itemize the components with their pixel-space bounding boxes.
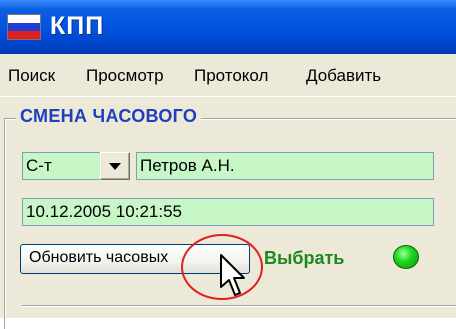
menu-item-search[interactable]: Поиск [8, 66, 55, 86]
guard-name-field[interactable]: Петров А.Н. [136, 152, 434, 180]
refresh-guards-button[interactable]: Обновить часовых [20, 244, 250, 274]
menu-item-log[interactable]: Протокол [194, 66, 268, 86]
chevron-down-icon [109, 163, 121, 170]
window-title: КПП [50, 12, 105, 40]
menu-item-add[interactable]: Добавить [306, 66, 381, 86]
rank-combobox[interactable]: С-т [22, 152, 102, 180]
mouse-cursor-icon [220, 254, 245, 296]
russian-flag-icon [7, 14, 41, 40]
menu-bar: Поиск Просмотр Протокол Добавить [0, 62, 456, 92]
menu-divider [0, 96, 456, 97]
group-title: СМЕНА ЧАСОВОГО [16, 106, 202, 127]
title-bar[interactable]: КПП [0, 0, 456, 54]
rank-dropdown-button[interactable] [100, 152, 130, 180]
select-label[interactable]: Выбрать [264, 248, 344, 269]
datetime-field[interactable]: 10.12.2005 10:21:55 [22, 198, 434, 226]
app-window: КПП Поиск Просмотр Протокол Добавить СМЕ… [0, 0, 456, 329]
group-divider [22, 305, 456, 307]
menu-item-view[interactable]: Просмотр [86, 66, 164, 86]
status-led-icon [393, 245, 419, 269]
